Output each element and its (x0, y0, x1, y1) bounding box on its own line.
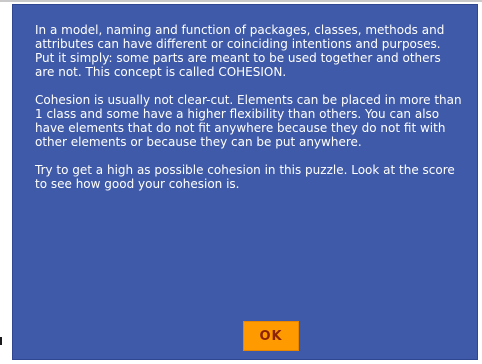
dialog-paragraph-goal: Try to get a high as possible cohesion i… (35, 163, 455, 191)
dialog-body: In a model, naming and function of packa… (35, 23, 463, 205)
info-dialog: In a model, naming and function of packa… (12, 4, 478, 360)
top-divider (0, 0, 482, 2)
dialog-paragraph-details: Cohesion is usually not clear-cut. Eleme… (35, 93, 462, 149)
dialog-paragraph-intro: In a model, naming and function of packa… (35, 23, 445, 79)
ok-button[interactable]: OK (243, 321, 299, 351)
edge-mark (0, 337, 2, 345)
